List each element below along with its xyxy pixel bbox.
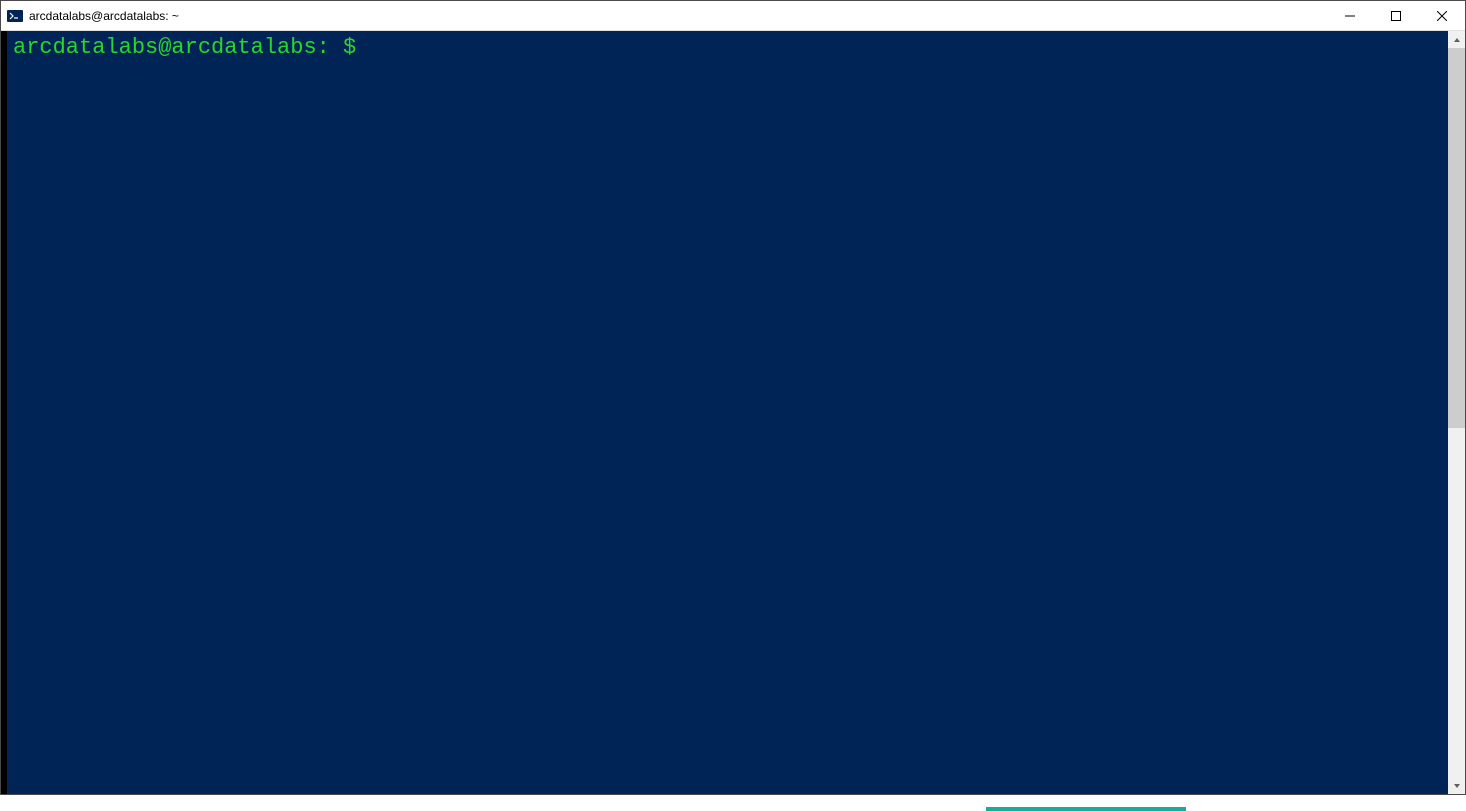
window-controls bbox=[1327, 1, 1465, 30]
scrollbar-thumb[interactable] bbox=[1448, 48, 1465, 428]
taskbar-fragment bbox=[0, 795, 1466, 811]
scroll-down-arrow[interactable] bbox=[1448, 777, 1465, 794]
powershell-icon bbox=[7, 8, 23, 24]
prompt-symbol: $ bbox=[330, 35, 356, 60]
terminal-container: arcdatalabs@arcdatalabs: $ bbox=[1, 31, 1465, 794]
taskbar-accent bbox=[986, 807, 1186, 811]
close-button[interactable] bbox=[1419, 1, 1465, 30]
window-title: arcdatalabs@arcdatalabs: ~ bbox=[29, 9, 1327, 23]
vertical-scrollbar[interactable] bbox=[1448, 31, 1465, 794]
prompt-user-host: arcdatalabs@arcdatalabs: bbox=[13, 35, 330, 60]
scroll-up-arrow[interactable] bbox=[1448, 31, 1465, 48]
titlebar[interactable]: arcdatalabs@arcdatalabs: ~ bbox=[1, 1, 1465, 31]
terminal[interactable]: arcdatalabs@arcdatalabs: $ bbox=[1, 31, 1448, 794]
maximize-button[interactable] bbox=[1373, 1, 1419, 30]
prompt-line: arcdatalabs@arcdatalabs: $ bbox=[13, 35, 1448, 61]
scrollbar-track[interactable] bbox=[1448, 48, 1465, 777]
powershell-window: arcdatalabs@arcdatalabs: ~ arcdatalabs@a… bbox=[0, 0, 1466, 795]
minimize-button[interactable] bbox=[1327, 1, 1373, 30]
